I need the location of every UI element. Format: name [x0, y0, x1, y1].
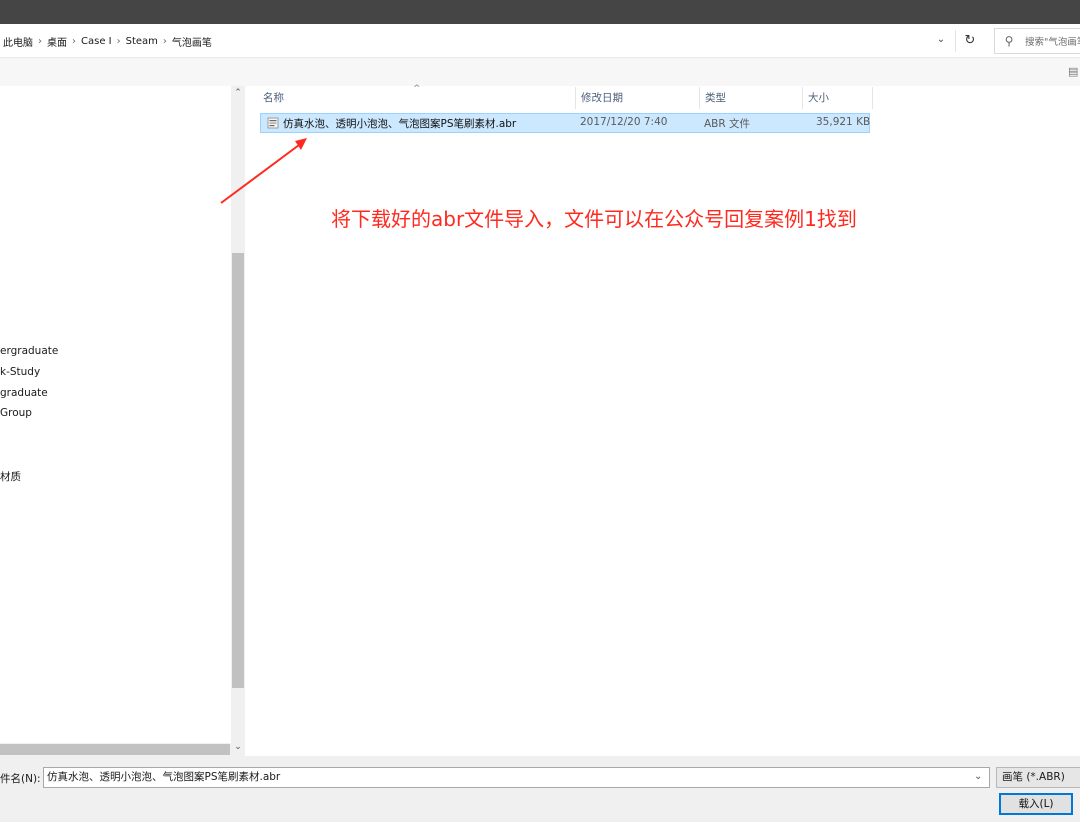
file-type-select[interactable]: 画笔 (*.ABR) [996, 767, 1080, 788]
file-row-selected[interactable]: 仿真水泡、透明小泡泡、气泡图案PS笔刷素材.abr 2017/12/20 7:4… [260, 113, 870, 133]
breadcrumb-this-pc[interactable]: 此电脑 [0, 34, 36, 49]
nav-item-undergraduate[interactable]: ergraduate [0, 345, 58, 363]
scroll-down-chevron-icon[interactable]: ⌄ [231, 742, 245, 754]
filename-chevron-down-icon[interactable]: ⌄ [974, 771, 982, 782]
refresh-icon[interactable]: ↻ [961, 32, 979, 50]
file-size: 35,921 KB [816, 116, 871, 128]
chevron-right-icon[interactable]: › [161, 36, 169, 47]
load-button[interactable]: 载入(L) [999, 793, 1073, 815]
breadcrumb-current-folder[interactable]: 气泡画笔 [169, 34, 215, 49]
address-divider [955, 30, 956, 52]
abr-file-icon [267, 117, 279, 129]
filename-label: 件名(N): [0, 773, 41, 785]
address-bar: 此电脑 › 桌面 › Case I › Steam › 气泡画笔 ⌄ ↻ ⚲ 搜… [0, 24, 1080, 58]
column-header-type[interactable]: 类型 [705, 90, 726, 108]
scroll-up-chevron-icon[interactable]: ⌃ [231, 88, 245, 100]
breadcrumb[interactable]: 此电脑 › 桌面 › Case I › Steam › 气泡画笔 [0, 32, 215, 50]
annotation-text: 将下载好的abr文件导入，文件可以在公众号回复案例1找到 [331, 207, 857, 231]
column-divider[interactable] [699, 87, 700, 109]
column-header-size[interactable]: 大小 [808, 90, 829, 108]
breadcrumb-steam[interactable]: Steam [123, 36, 161, 47]
search-icon: ⚲ [1004, 34, 1014, 48]
command-bar: ▤ [0, 58, 1080, 86]
annotation-arrow-icon [220, 138, 307, 204]
column-header-date[interactable]: 修改日期 [581, 90, 623, 108]
column-divider[interactable] [872, 87, 873, 109]
chevron-right-icon[interactable]: › [115, 36, 123, 47]
file-type: ABR 文件 [704, 118, 751, 130]
navigation-pane [0, 86, 232, 756]
file-list-pane [245, 86, 1080, 756]
breadcrumb-desktop[interactable]: 桌面 [44, 34, 70, 49]
search-placeholder: 搜索"气泡画笔" [1025, 37, 1080, 48]
chevron-right-icon[interactable]: › [70, 36, 78, 47]
view-options-icon[interactable]: ▤ [1068, 65, 1078, 78]
column-divider[interactable] [575, 87, 576, 109]
breadcrumb-case[interactable]: Case I [78, 36, 115, 47]
nav-item-postgraduate[interactable]: graduate [0, 387, 48, 405]
nav-item-work-study[interactable]: k-Study [0, 366, 40, 384]
column-divider[interactable] [802, 87, 803, 109]
column-header-name[interactable]: 名称 [263, 90, 284, 108]
dialog-footer [0, 756, 1080, 822]
sort-ascending-icon: ^ [413, 84, 421, 94]
nav-vertical-scroll-thumb[interactable] [232, 253, 244, 688]
file-name: 仿真水泡、透明小泡泡、气泡图案PS笔刷素材.abr [283, 118, 517, 130]
nav-item-material[interactable]: 材质 [0, 469, 21, 487]
file-date: 2017/12/20 7:40 [580, 116, 668, 128]
nav-item-group[interactable]: Group [0, 407, 32, 425]
filename-input[interactable]: 仿真水泡、透明小泡泡、气泡图案PS笔刷素材.abr [43, 767, 990, 788]
address-history-chevron-down-icon[interactable]: ⌄ [934, 34, 948, 48]
search-input[interactable]: ⚲ 搜索"气泡画笔" [994, 28, 1080, 54]
chevron-right-icon[interactable]: › [36, 36, 44, 47]
window-title-bar [0, 0, 1080, 24]
nav-horizontal-scroll-thumb[interactable] [0, 744, 230, 755]
